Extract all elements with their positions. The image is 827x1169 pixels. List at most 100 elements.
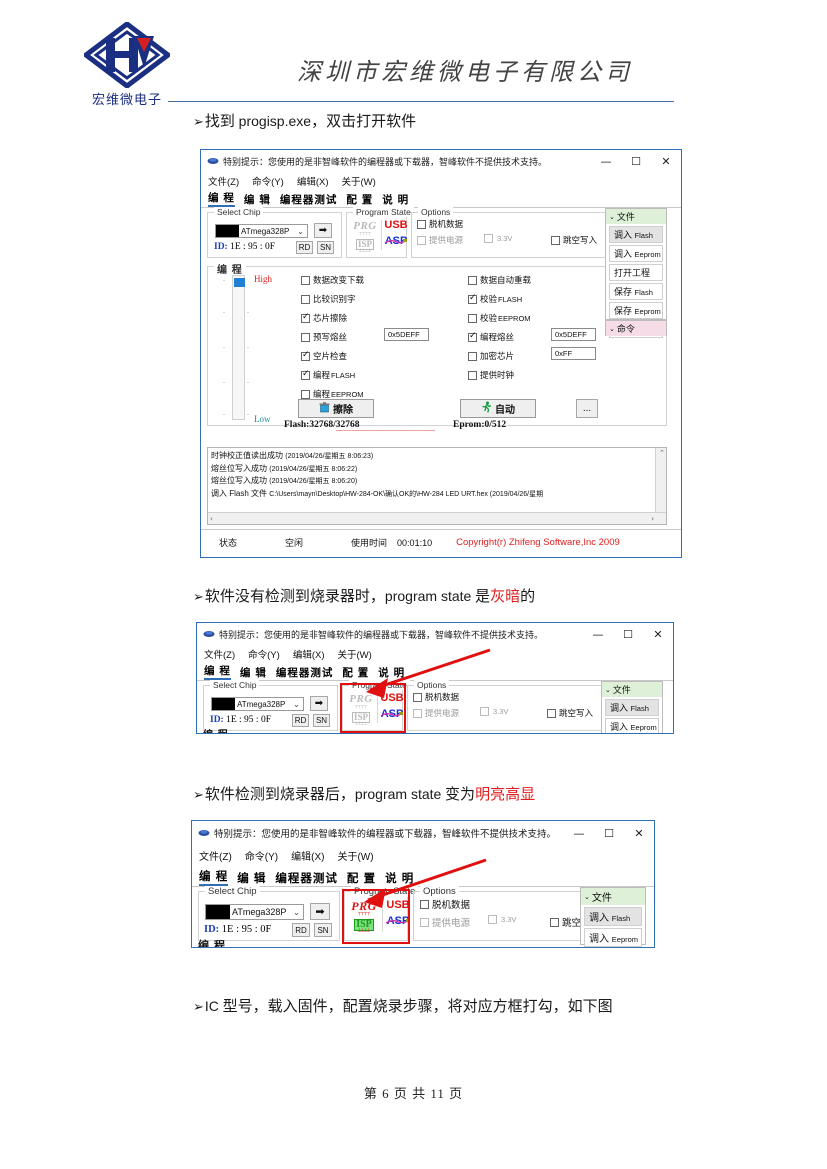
log-text: 熔丝位写入成功 — [211, 476, 267, 485]
checkbox[interactable] — [484, 234, 493, 243]
lock-chip-field[interactable]: 0xFF — [551, 347, 596, 360]
step-label: 数据自动重载 — [480, 275, 532, 285]
checkbox[interactable] — [468, 331, 477, 342]
step-auto-reload-data[interactable]: 数据自动重载 — [468, 274, 531, 286]
scroll-left-icon[interactable]: ‹ — [210, 515, 213, 523]
step-compare-signature[interactable]: 比较识别字 — [301, 293, 356, 305]
step-program-fuse[interactable]: 编程熔丝 — [468, 331, 514, 343]
menu-item-file[interactable]: 文件(Z) — [208, 174, 239, 188]
step-data-change-download[interactable]: 数据改变下载 — [301, 274, 364, 286]
chip-pins-bottom-icon: ┴┴┴┴ — [358, 249, 372, 255]
menubar[interactable]: 文件(Z) 命令(Y) 编辑(X) 关于(W) — [201, 172, 681, 189]
log-output[interactable]: 时钟校正值读出成功 (2019/04/26/星期五 8:06:23) 熔丝位写入… — [207, 447, 667, 525]
program-fuse-field[interactable]: 0x5DEFF — [551, 328, 596, 341]
file-item-cn: 调入 — [614, 230, 633, 240]
voltage-slider[interactable] — [232, 275, 245, 420]
auto-button[interactable]: 自动 — [460, 399, 536, 418]
maximize-icon[interactable]: ☐ — [621, 155, 651, 168]
step-program-flash[interactable]: 编程 FLASH — [301, 369, 355, 381]
option-skip-blank-write[interactable]: 跳空写入 — [551, 234, 597, 246]
checkbox[interactable] — [468, 351, 477, 361]
checkbox[interactable] — [551, 235, 560, 245]
progisp-main-window[interactable]: 特别提示：您使用的是非智峰软件的编程器或下载器，智峰软件不提供技术支持。 — ☐… — [200, 149, 682, 558]
erase-button[interactable]: 擦除 — [298, 399, 374, 418]
chip-select-combo[interactable]: ATmega328P ⌄ — [215, 224, 308, 238]
checkbox[interactable] — [468, 293, 477, 304]
command-panel-header[interactable]: ⌄ 命令 — [606, 321, 666, 336]
file-panel[interactable]: ⌄ 文件 调入 Flash 调入 Eeprom 打开工程 保存 Flash 保存… — [605, 208, 667, 338]
log-vertical-scrollbar[interactable]: ⌃ — [655, 448, 666, 514]
bullet-state-bright: ➢软件检测到烧录器后，program state 变为明亮高显 — [193, 783, 535, 804]
checkbox[interactable] — [417, 235, 426, 245]
log-horizontal-scrollbar[interactable]: ‹ › — [208, 512, 666, 524]
checkbox[interactable] — [301, 312, 310, 323]
step-supply-clock[interactable]: 提供时钟 — [468, 369, 514, 381]
window-controls[interactable]: — ☐ ✕ — [591, 150, 681, 172]
log-meta: C:\Users\mayn\Desktop\HW-284-OK\确认OK的\HW… — [269, 490, 544, 498]
step-prewrite-fuse[interactable]: 预写熔丝 — [301, 331, 347, 343]
option-33v[interactable]: 3.3V — [484, 234, 512, 243]
checkbox[interactable] — [301, 275, 310, 285]
tab-programmer-test[interactable]: 编程器测试 — [280, 192, 338, 207]
programming-label: 编 程 — [214, 261, 246, 276]
select-chip-label: Select Chip — [214, 207, 264, 217]
menu-item-edit[interactable]: 编辑(X) — [297, 174, 329, 188]
step-verify-flash[interactable]: 校验 FLASH — [468, 293, 522, 305]
file-item-load-flash[interactable]: 调入 Flash — [609, 226, 663, 243]
option-label: 3.3V — [497, 234, 513, 243]
minimize-icon[interactable]: — — [591, 155, 621, 168]
step-chip-erase[interactable]: 芯片擦除 — [301, 312, 347, 324]
chip-go-button[interactable]: ➡ — [314, 223, 332, 238]
option-supply-power[interactable]: 提供电源 — [417, 234, 463, 246]
more-options-button[interactable]: ... — [576, 399, 598, 418]
slider-thumb[interactable] — [234, 278, 245, 287]
scroll-up-icon[interactable]: ⌃ — [658, 449, 666, 457]
file-item-cn: 保存 — [614, 306, 633, 316]
file-item-open-project[interactable]: 打开工程 — [609, 264, 663, 281]
bullet3-pre: 软件检测到烧录器后， — [204, 787, 355, 803]
file-panel-header[interactable]: ⌄ 文件 — [606, 209, 666, 224]
prewrite-fuse-field[interactable]: 0x5DEFF — [384, 328, 429, 341]
file-item-save-eeprom[interactable]: 保存 Eeprom — [609, 302, 663, 319]
checkbox[interactable] — [301, 350, 310, 361]
chevron-down-icon[interactable]: ⌄ — [294, 227, 307, 236]
tab-help[interactable]: 说 明 — [382, 192, 409, 207]
auto-button-label: 自动 — [495, 405, 515, 416]
file-item-cn: 调入 — [614, 249, 633, 259]
checkbox[interactable] — [468, 313, 477, 323]
tab-edit[interactable]: 编 辑 — [244, 192, 271, 207]
file-item-save-flash[interactable]: 保存 Flash — [609, 283, 663, 300]
status-value: 空闲 — [285, 538, 304, 548]
checkbox[interactable] — [301, 369, 310, 380]
checkbox[interactable] — [301, 332, 310, 342]
close-icon[interactable]: ✕ — [651, 155, 681, 168]
scroll-right-icon[interactable]: › — [651, 515, 654, 523]
step-lock-chip[interactable]: 加密芯片 — [468, 350, 514, 362]
serial-number-button[interactable]: SN — [317, 241, 334, 254]
read-id-button[interactable]: RD — [296, 241, 313, 254]
step-label: 校验 — [480, 313, 498, 323]
option-label: 跳空写入 — [563, 235, 598, 245]
copyright-text: Copyright(r) Zhifeng Software,Inc 2009 — [456, 537, 620, 548]
file-panel-title: 文件 — [616, 212, 635, 222]
step-verify-eeprom[interactable]: 校验 EEPROM — [468, 312, 531, 324]
step-blank-check[interactable]: 空片检查 — [301, 350, 347, 362]
app-logo-icon — [207, 156, 219, 166]
slider-low-label: Low — [254, 414, 271, 424]
menu-item-about[interactable]: 关于(W) — [341, 174, 375, 188]
checkbox[interactable] — [301, 294, 310, 304]
menu-item-command[interactable]: 命令(Y) — [252, 174, 284, 188]
bullet2-pre: 软件没有检测到烧录器时， — [204, 589, 385, 605]
tabbar[interactable]: 编 程 编 辑 编程器测试 配 置 说 明 — [201, 189, 681, 208]
command-panel[interactable]: ⌄ 命令 — [605, 320, 667, 336]
checkbox[interactable] — [468, 275, 477, 285]
checkbox[interactable] — [301, 389, 310, 399]
tab-config[interactable]: 配 置 — [346, 192, 373, 207]
checkbox[interactable] — [417, 219, 426, 229]
tab-programming[interactable]: 编 程 — [208, 190, 235, 207]
step-label: 提供时钟 — [480, 370, 515, 380]
option-offline-data[interactable]: 脱机数据 — [417, 218, 463, 230]
file-item-load-eeprom[interactable]: 调入 Eeprom — [609, 245, 663, 262]
checkbox[interactable] — [468, 370, 477, 380]
annotation-arrow-2 — [366, 648, 491, 698]
